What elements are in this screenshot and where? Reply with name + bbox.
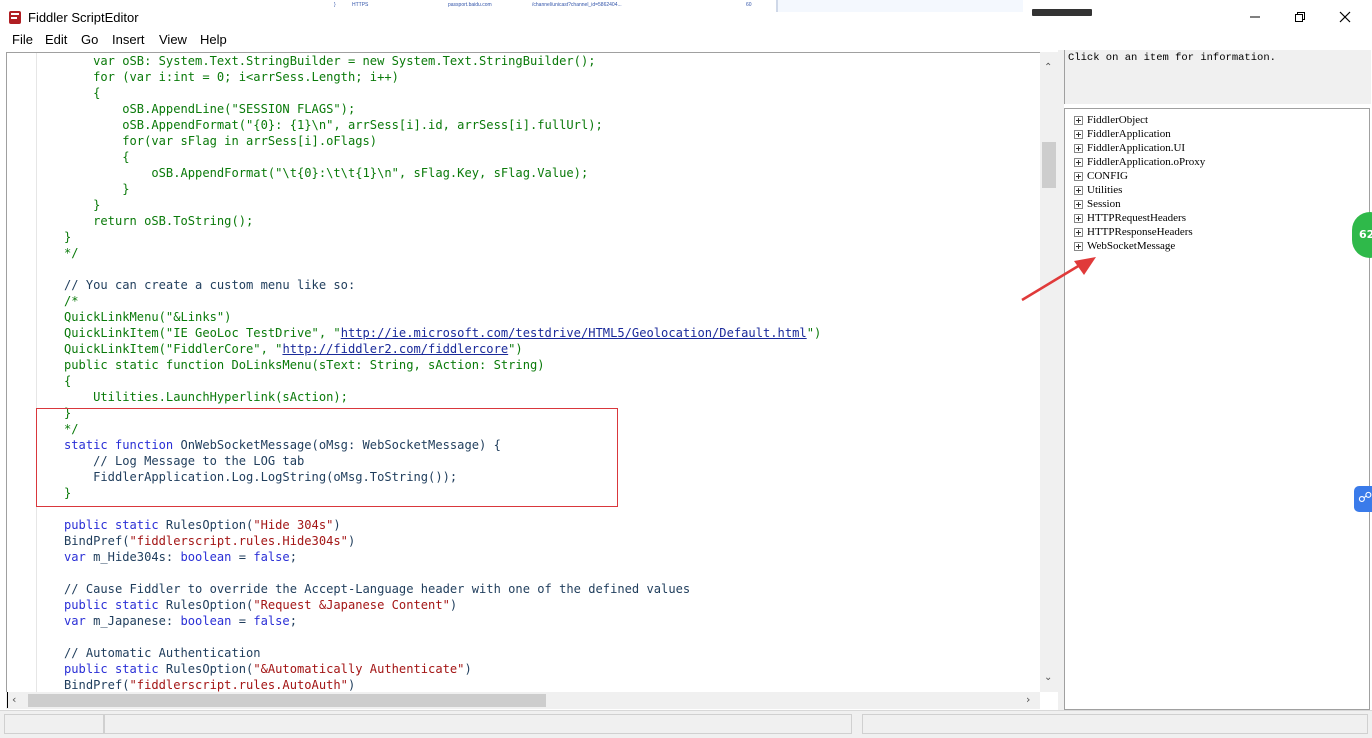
scroll-down-icon[interactable]: ⌄ bbox=[1044, 672, 1052, 683]
code-line: } bbox=[64, 182, 130, 196]
status-segment bbox=[862, 714, 1368, 734]
tree-item-utilities[interactable]: Utilities bbox=[1074, 183, 1122, 197]
code-line: oSB.AppendFormat("\t{0}:\t\t{1}\n", sFla… bbox=[64, 166, 589, 180]
background-window-fragment bbox=[776, 0, 1023, 12]
code-line: // You can create a custom menu like so: bbox=[64, 278, 356, 292]
vertical-scroll-thumb[interactable] bbox=[1042, 142, 1056, 188]
status-segment bbox=[104, 714, 852, 734]
code-line: var m_Hide304s: boolean = false; bbox=[64, 550, 297, 564]
expand-icon[interactable] bbox=[1074, 213, 1083, 223]
code-line: } bbox=[64, 198, 101, 212]
code-line: oSB.AppendFormat("{0}: {1}\n", arrSess[i… bbox=[64, 118, 603, 132]
expand-icon[interactable] bbox=[1074, 185, 1083, 195]
status-segment bbox=[4, 714, 104, 734]
code-line: oSB.AppendLine("SESSION FLAGS"); bbox=[64, 102, 356, 116]
code-line: Utilities.LaunchHyperlink(sAction); bbox=[64, 390, 348, 404]
code-editor[interactable]: var oSB: System.Text.StringBuilder = new… bbox=[6, 52, 1041, 693]
restore-button[interactable] bbox=[1277, 4, 1323, 30]
fiddler-app-icon bbox=[9, 11, 21, 24]
close-button[interactable] bbox=[1322, 4, 1368, 30]
code-line: QuickLinkMenu("&Links") bbox=[64, 310, 232, 324]
tree-item-websocketmessage[interactable]: WebSocketMessage bbox=[1074, 239, 1175, 253]
annotation-arrow-icon bbox=[1021, 257, 1096, 302]
floating-counter-badge[interactable]: 62 bbox=[1352, 212, 1372, 258]
editor-gutter-line bbox=[36, 53, 37, 693]
code-line: public static RulesOption("Hide 304s") bbox=[64, 518, 341, 532]
bg-col-url: /channel/unicast?channel_id=5862404... bbox=[532, 2, 622, 8]
code-line: { bbox=[64, 374, 72, 388]
expand-icon[interactable] bbox=[1074, 227, 1083, 237]
tree-item-fiddlerapplication[interactable]: FiddlerApplication bbox=[1074, 127, 1171, 141]
scroll-left-icon[interactable]: ‹ bbox=[12, 693, 16, 706]
code-line: public static function DoLinksMenu(sText… bbox=[64, 358, 545, 372]
code-line: // Automatic Authentication bbox=[64, 646, 261, 660]
menu-help[interactable]: Help bbox=[200, 32, 227, 47]
menu-bar: File Edit Go Insert View Help bbox=[0, 31, 1372, 50]
badge-count: 62 bbox=[1359, 228, 1372, 241]
window-title: Fiddler ScriptEditor bbox=[28, 10, 139, 25]
text-caret bbox=[7, 692, 8, 708]
close-icon bbox=[1339, 11, 1351, 23]
bg-col-protocol: HTTPS bbox=[352, 2, 369, 8]
code-line: for(var sFlag in arrSess[i].oFlags) bbox=[64, 134, 378, 148]
code-line: BindPref("fiddlerscript.rules.Hide304s") bbox=[64, 534, 356, 548]
status-bar bbox=[0, 710, 1372, 738]
tree-item-fiddlerapplication-oproxy[interactable]: FiddlerApplication.oProxy bbox=[1074, 155, 1205, 169]
code-line: // Cause Fiddler to override the Accept-… bbox=[64, 582, 691, 596]
info-text: Click on an item for information. bbox=[1068, 52, 1276, 64]
editor-vertical-scrollbar[interactable]: ⌃ ⌄ bbox=[1040, 52, 1058, 692]
menu-go[interactable]: Go bbox=[81, 32, 98, 47]
floating-share-button[interactable]: ☍ bbox=[1354, 486, 1372, 512]
code-line: { bbox=[64, 150, 130, 164]
restore-icon bbox=[1295, 12, 1305, 22]
tree-item-fiddlerapplication-ui[interactable]: FiddlerApplication.UI bbox=[1074, 141, 1185, 155]
bg-col-size: 60 bbox=[746, 2, 752, 8]
menu-edit[interactable]: Edit bbox=[45, 32, 67, 47]
class-info-panel: Click on an item for information. bbox=[1064, 50, 1371, 104]
code-line: return oSB.ToString(); bbox=[64, 214, 254, 228]
tree-item-config[interactable]: CONFIG bbox=[1074, 169, 1128, 183]
code-line: QuickLinkItem("IE GeoLoc TestDrive", "ht… bbox=[64, 326, 822, 340]
minimize-button[interactable] bbox=[1232, 4, 1278, 30]
scroll-right-icon[interactable]: › bbox=[1026, 693, 1030, 706]
expand-icon[interactable] bbox=[1074, 171, 1083, 181]
code-line: /* bbox=[64, 294, 79, 308]
share-icon: ☍ bbox=[1358, 490, 1372, 506]
expand-icon[interactable] bbox=[1074, 157, 1083, 167]
expand-icon[interactable] bbox=[1074, 115, 1083, 125]
code-line: } bbox=[64, 230, 72, 244]
background-session-row: } HTTPS passport.baidu.com /channel/unic… bbox=[330, 0, 760, 10]
expand-icon[interactable] bbox=[1074, 143, 1083, 153]
editor-horizontal-scrollbar[interactable]: ‹ › bbox=[6, 692, 1040, 709]
menu-view[interactable]: View bbox=[159, 32, 187, 47]
code-line: QuickLinkItem("FiddlerCore", "http://fid… bbox=[64, 342, 523, 356]
scroll-up-icon[interactable]: ⌃ bbox=[1044, 62, 1052, 73]
code-line: BindPref("fiddlerscript.rules.AutoAuth") bbox=[64, 678, 356, 692]
title-bar: Fiddler ScriptEditor } HTTPS passport.ba… bbox=[0, 0, 1372, 32]
tree-item-httprequestheaders[interactable]: HTTPRequestHeaders bbox=[1074, 211, 1186, 225]
menu-file[interactable]: File bbox=[12, 32, 33, 47]
code-line: public static RulesOption("&Automaticall… bbox=[64, 662, 472, 676]
expand-icon[interactable] bbox=[1074, 129, 1083, 139]
tree-item-httpresponseheaders[interactable]: HTTPResponseHeaders bbox=[1074, 225, 1193, 239]
minimize-icon bbox=[1250, 16, 1260, 18]
background-window-bar bbox=[1032, 9, 1092, 16]
code-line: for (var i:int = 0; i<arrSess.Length; i+… bbox=[64, 70, 399, 84]
class-explorer-tree[interactable]: FiddlerObject FiddlerApplication Fiddler… bbox=[1064, 108, 1370, 710]
code-line: { bbox=[64, 86, 101, 100]
expand-icon[interactable] bbox=[1074, 199, 1083, 209]
tree-item-fiddlerobject[interactable]: FiddlerObject bbox=[1074, 113, 1148, 127]
highlight-box-websocket-function bbox=[36, 408, 618, 507]
bg-col-arrow: } bbox=[334, 2, 336, 8]
code-line: */ bbox=[64, 246, 79, 260]
horizontal-scroll-thumb[interactable] bbox=[28, 694, 546, 707]
bg-col-host: passport.baidu.com bbox=[448, 2, 492, 8]
tree-item-session[interactable]: Session bbox=[1074, 197, 1121, 211]
code-line: public static RulesOption("Request &Japa… bbox=[64, 598, 458, 612]
code-line: var m_Japanese: boolean = false; bbox=[64, 614, 297, 628]
expand-icon[interactable] bbox=[1074, 241, 1083, 251]
menu-insert[interactable]: Insert bbox=[112, 32, 145, 47]
code-line: var oSB: System.Text.StringBuilder = new… bbox=[64, 54, 596, 68]
